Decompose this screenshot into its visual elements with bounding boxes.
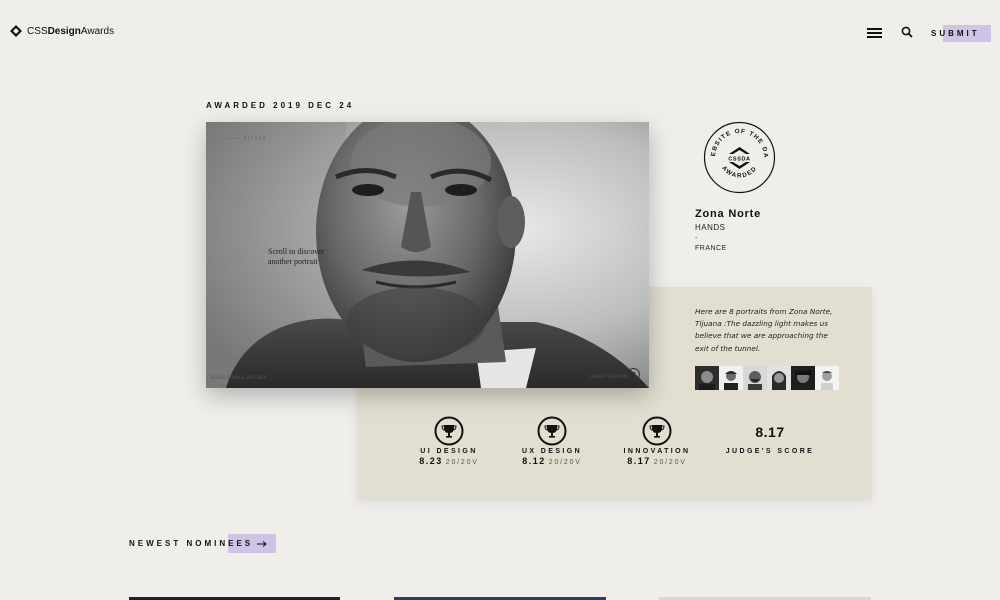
badge-center-text: CSSDA: [728, 157, 750, 163]
avatar[interactable]: [719, 366, 743, 390]
score-value: 8.17 20/20V: [627, 456, 687, 466]
cssda-logo-icon: [10, 25, 22, 37]
avatar[interactable]: [767, 366, 791, 390]
badge-top-text: WEBSITE OF THE DAY: [703, 121, 768, 158]
site-country: FRANCE: [695, 245, 727, 252]
score-label: UX DESIGN: [521, 448, 583, 455]
trophy-icon: [537, 416, 567, 446]
logo-text: CSSDesignAwards: [27, 25, 115, 37]
judges-score-value: 8.17: [755, 424, 785, 440]
svg-text:WEBSITE OF THE DAY: WEBSITE OF THE DAY: [703, 121, 769, 158]
preview-return-link: RETURN: [222, 136, 266, 141]
trophy-icon: [642, 416, 672, 446]
website-of-the-day-badge: WEBSITE OF THE DAY AWARDED CSSDA: [703, 121, 776, 194]
preview-bottom-right-text: UNDER THE ROOM: [590, 374, 628, 379]
judges-score-label: JUDGE'S SCORE: [725, 448, 815, 455]
newest-nominees-link[interactable]: NEWEST NOMINEES: [129, 539, 267, 548]
search-icon[interactable]: [901, 26, 913, 38]
avatar[interactable]: [815, 366, 839, 390]
site-preview-image[interactable]: RETURN Scroll to discover another portra…: [206, 122, 649, 388]
judges-avatars: [695, 366, 839, 390]
avatar[interactable]: [791, 366, 815, 390]
score-value: 8.23 20/20V: [419, 456, 479, 466]
awarded-date: AWARDED 2019 DEC 24: [206, 101, 355, 110]
site-separator: -: [695, 234, 698, 242]
score-innovation: INNOVATION 8.17 20/20V: [602, 416, 712, 466]
preview-bottom-left-text: SCROLL DOWN & DISCOVER: [210, 375, 267, 380]
site-author[interactable]: HANDS: [695, 223, 726, 232]
site-description: Here are 8 portraits from Zona Norte, Ti…: [695, 307, 833, 353]
score-label: UI DESIGN: [420, 448, 478, 455]
submit-button[interactable]: SUBMIT: [931, 24, 993, 42]
score-label: INNOVATION: [623, 448, 691, 455]
score-value: 8.12 20/20V: [522, 456, 582, 466]
hamburger-icon[interactable]: [867, 28, 882, 38]
avatar[interactable]: [695, 366, 719, 390]
score-ux-design: UX DESIGN 8.12 20/20V: [497, 416, 607, 466]
score-ui-design: UI DESIGN 8.23 20/20V: [394, 416, 504, 466]
preview-circle-icon: Z: [627, 368, 640, 381]
arrow-right-icon: [257, 540, 267, 547]
preview-scroll-text: Scroll to discover another portrait: [268, 247, 325, 266]
newest-nominees-label: NEWEST NOMINEES: [129, 539, 254, 548]
judges-score: 8.17 JUDGE'S SCORE: [715, 424, 825, 455]
trophy-icon: [434, 416, 464, 446]
site-title[interactable]: Zona Norte: [695, 208, 761, 220]
avatar[interactable]: [743, 366, 767, 390]
cssda-logo[interactable]: CSSDesignAwards: [9, 24, 114, 38]
